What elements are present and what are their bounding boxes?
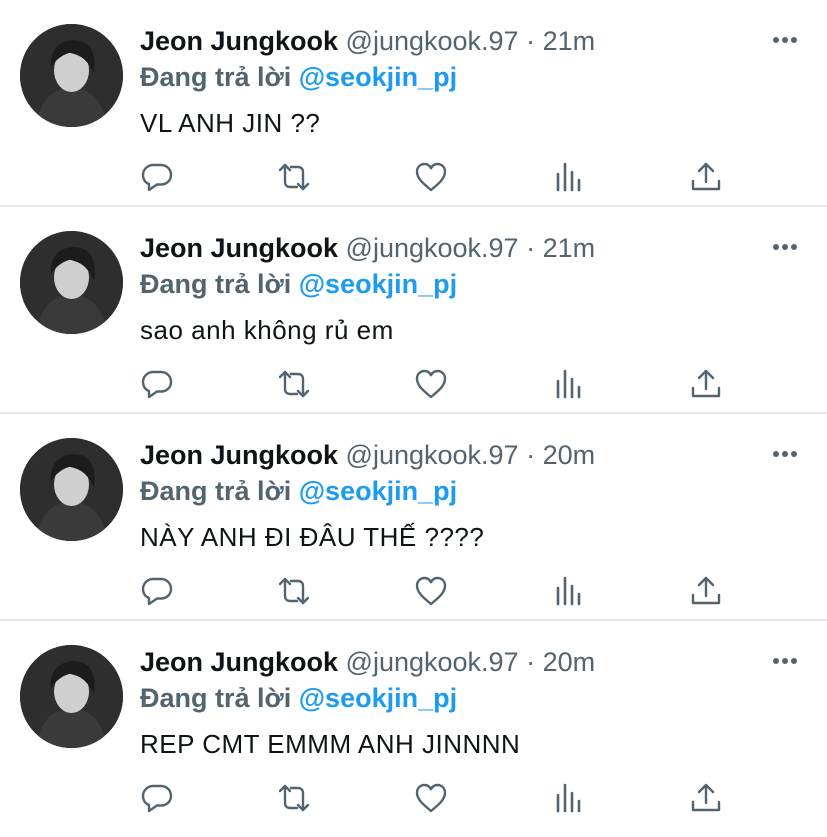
- separator-dot: ·: [526, 233, 536, 263]
- author-name[interactable]: Jeon Jungkook: [140, 26, 338, 56]
- tweet-header: Jeon Jungkook @jungkook.97 · 20m: [140, 645, 595, 679]
- heart-icon[interactable]: [414, 367, 448, 401]
- share-icon[interactable]: [689, 367, 723, 401]
- tweet[interactable]: Jeon Jungkook @jungkook.97 · 21m Đang tr…: [0, 207, 827, 414]
- reply-to-handle[interactable]: @seokjin_pj: [299, 683, 457, 713]
- author-name[interactable]: Jeon Jungkook: [140, 647, 338, 677]
- tweet-actions: [140, 574, 740, 614]
- analytics-icon[interactable]: [552, 781, 586, 815]
- tweet-actions: [140, 160, 740, 200]
- reply-to-handle[interactable]: @seokjin_pj: [299, 269, 457, 299]
- reply-to-handle[interactable]: @seokjin_pj: [299, 62, 457, 92]
- author-handle[interactable]: @jungkook.97: [346, 440, 519, 470]
- share-icon[interactable]: [689, 160, 723, 194]
- tweet-header: Jeon Jungkook @jungkook.97 · 21m: [140, 231, 595, 265]
- more-horizontal-icon[interactable]: [771, 647, 799, 675]
- separator-dot: ·: [526, 26, 536, 56]
- tweet-text: sao anh không rủ em: [140, 315, 394, 345]
- tweet-feed: Jeon Jungkook @jungkook.97 · 21m Đang tr…: [0, 0, 827, 828]
- share-icon[interactable]: [689, 574, 723, 608]
- replying-to: Đang trả lời @seokjin_pj: [140, 474, 457, 508]
- avatar[interactable]: [20, 24, 123, 127]
- retweet-icon[interactable]: [277, 781, 311, 815]
- avatar[interactable]: [20, 438, 123, 541]
- timestamp[interactable]: 20m: [543, 440, 596, 470]
- reply-icon[interactable]: [140, 367, 174, 401]
- tweet-actions: [140, 781, 740, 821]
- reply-prefix: Đang trả lời: [140, 683, 292, 713]
- avatar[interactable]: [20, 231, 123, 334]
- replying-to: Đang trả lời @seokjin_pj: [140, 681, 457, 715]
- analytics-icon[interactable]: [552, 574, 586, 608]
- reply-to-handle[interactable]: @seokjin_pj: [299, 476, 457, 506]
- tweet-text: NÀY ANH ĐI ĐÂU THẾ ????: [140, 522, 485, 552]
- timestamp[interactable]: 20m: [543, 647, 596, 677]
- timestamp[interactable]: 21m: [543, 26, 596, 56]
- analytics-icon[interactable]: [552, 367, 586, 401]
- more-horizontal-icon[interactable]: [771, 26, 799, 54]
- tweet-actions: [140, 367, 740, 407]
- retweet-icon[interactable]: [277, 367, 311, 401]
- timestamp[interactable]: 21m: [543, 233, 596, 263]
- analytics-icon[interactable]: [552, 160, 586, 194]
- reply-icon[interactable]: [140, 574, 174, 608]
- author-name[interactable]: Jeon Jungkook: [140, 233, 338, 263]
- reply-icon[interactable]: [140, 160, 174, 194]
- heart-icon[interactable]: [414, 781, 448, 815]
- tweet[interactable]: Jeon Jungkook @jungkook.97 · 21m Đang tr…: [0, 0, 827, 207]
- author-name[interactable]: Jeon Jungkook: [140, 440, 338, 470]
- separator-dot: ·: [526, 647, 536, 677]
- heart-icon[interactable]: [414, 160, 448, 194]
- avatar[interactable]: [20, 645, 123, 748]
- retweet-icon[interactable]: [277, 574, 311, 608]
- tweet[interactable]: Jeon Jungkook @jungkook.97 · 20m Đang tr…: [0, 621, 827, 828]
- share-icon[interactable]: [689, 781, 723, 815]
- reply-prefix: Đang trả lời: [140, 269, 292, 299]
- tweet-text: VL ANH JIN ??: [140, 108, 321, 138]
- tweet[interactable]: Jeon Jungkook @jungkook.97 · 20m Đang tr…: [0, 414, 827, 621]
- more-horizontal-icon[interactable]: [771, 440, 799, 468]
- replying-to: Đang trả lời @seokjin_pj: [140, 60, 457, 94]
- separator-dot: ·: [526, 440, 536, 470]
- tweet-header: Jeon Jungkook @jungkook.97 · 21m: [140, 24, 595, 58]
- reply-icon[interactable]: [140, 781, 174, 815]
- tweet-text: REP CMT EMMM ANH JINNNN: [140, 729, 521, 759]
- reply-prefix: Đang trả lời: [140, 476, 292, 506]
- heart-icon[interactable]: [414, 574, 448, 608]
- author-handle[interactable]: @jungkook.97: [346, 647, 519, 677]
- replying-to: Đang trả lời @seokjin_pj: [140, 267, 457, 301]
- author-handle[interactable]: @jungkook.97: [346, 233, 519, 263]
- reply-prefix: Đang trả lời: [140, 62, 292, 92]
- more-horizontal-icon[interactable]: [771, 233, 799, 261]
- author-handle[interactable]: @jungkook.97: [346, 26, 519, 56]
- tweet-header: Jeon Jungkook @jungkook.97 · 20m: [140, 438, 595, 472]
- retweet-icon[interactable]: [277, 160, 311, 194]
